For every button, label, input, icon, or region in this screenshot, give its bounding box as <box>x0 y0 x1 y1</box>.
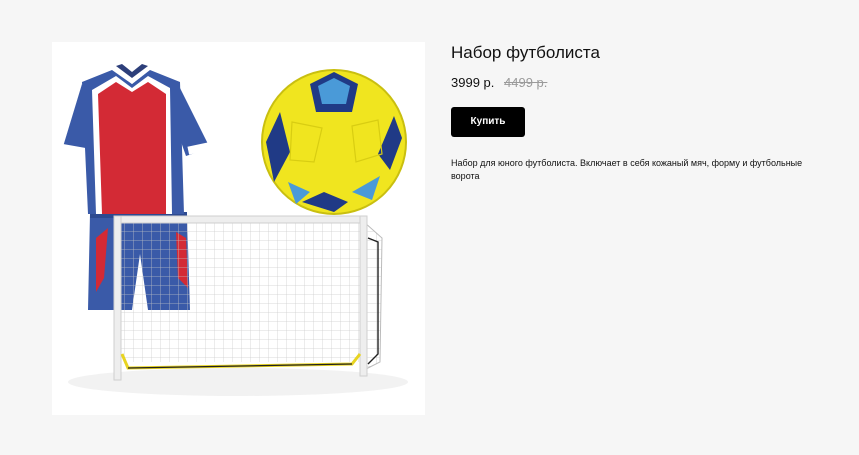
price-row: 3999 р. 4499 р. <box>451 74 831 92</box>
current-price: 3999 р. <box>451 75 495 90</box>
ball-graphic <box>261 69 407 215</box>
product-title: Набор футболиста <box>451 43 600 62</box>
product-card: Набор футболиста 3999 р. 4499 р. Купить … <box>0 0 859 455</box>
product-description: Набор для юного футболиста. Включает в с… <box>451 158 803 181</box>
goal-graphic <box>113 215 383 381</box>
jersey-graphic <box>59 64 215 214</box>
buy-button[interactable]: Купить <box>451 107 525 137</box>
old-price: 4499 р. <box>504 75 548 90</box>
product-image[interactable] <box>52 42 425 415</box>
product-info: Набор футболиста 3999 р. 4499 р. Купить … <box>451 42 831 183</box>
product-photo <box>59 64 408 396</box>
